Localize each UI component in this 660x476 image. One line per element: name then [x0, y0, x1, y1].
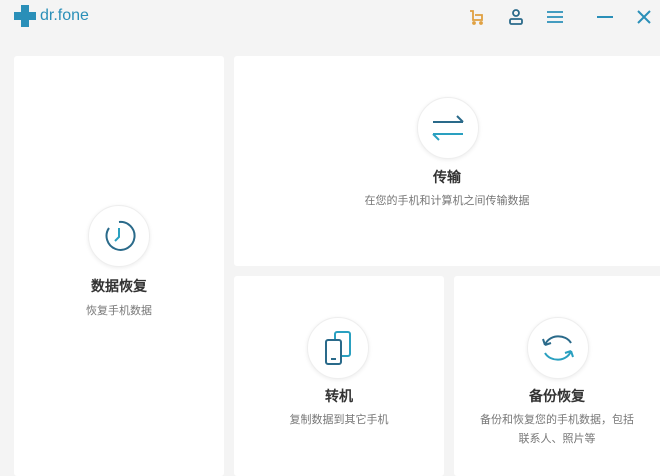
- cart-icon: [470, 10, 483, 25]
- phones-icon: [307, 317, 369, 379]
- menu-button[interactable]: [544, 6, 566, 28]
- clock-icon: [88, 205, 150, 267]
- account-button[interactable]: [505, 6, 527, 28]
- card-title: 转机: [325, 389, 353, 405]
- menu-icon: [547, 11, 563, 23]
- card-title: 传输: [433, 170, 461, 186]
- card-desc: 备份和恢复您的手机数据，包括: [480, 413, 634, 426]
- transfer-card[interactable]: 传输 在您的手机和计算机之间传输数据: [234, 56, 660, 266]
- data-recovery-card[interactable]: 数据恢复 恢复手机数据: [14, 56, 224, 476]
- app-name: dr.fone: [40, 7, 89, 24]
- transfer-arrows-icon: [417, 97, 479, 159]
- card-title: 备份恢复: [529, 389, 585, 405]
- card-desc: 恢复手机数据: [86, 304, 152, 317]
- plus-logo-icon: [14, 5, 36, 27]
- user-icon: [509, 9, 523, 25]
- phone-switch-card[interactable]: 转机 复制数据到其它手机: [234, 276, 444, 476]
- card-desc: 复制数据到其它手机: [289, 413, 389, 426]
- app-logo: dr.fone: [14, 5, 89, 27]
- close-button[interactable]: [633, 6, 655, 28]
- card-desc: 联系人、照片等: [518, 432, 596, 445]
- minimize-icon: [597, 16, 613, 18]
- sync-icon: [527, 317, 589, 379]
- cart-button[interactable]: [466, 6, 488, 28]
- close-icon: [637, 10, 651, 24]
- minimize-button[interactable]: [594, 6, 616, 28]
- backup-restore-card[interactable]: 备份恢复 备份和恢复您的手机数据，包括 联系人、照片等: [454, 276, 660, 476]
- card-desc: 在您的手机和计算机之间传输数据: [364, 194, 530, 207]
- card-title: 数据恢复: [91, 279, 147, 295]
